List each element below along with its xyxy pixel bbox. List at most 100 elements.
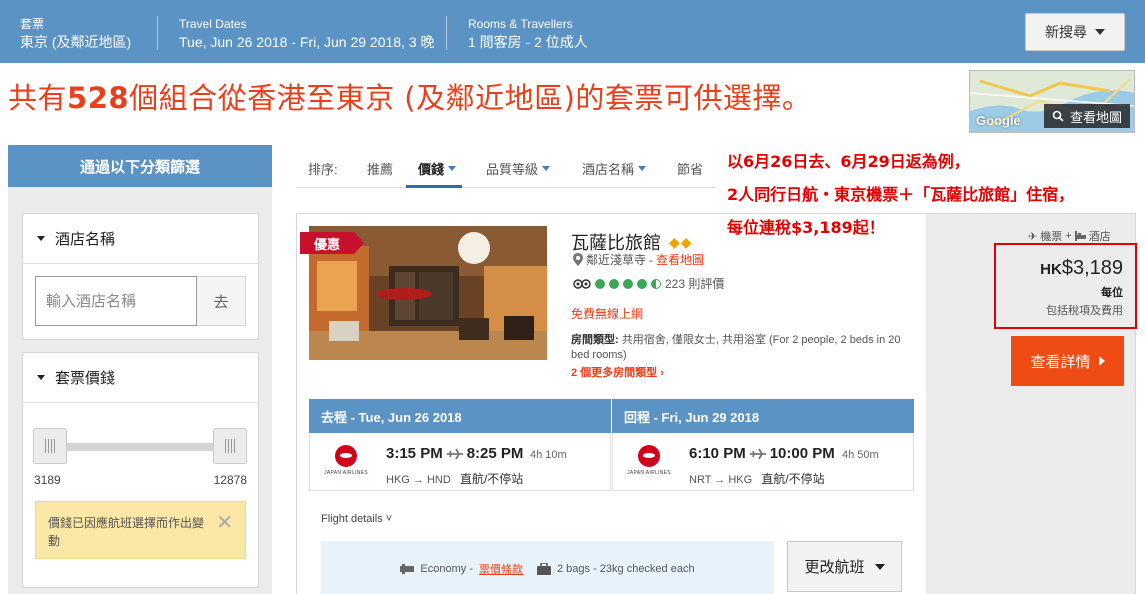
sort-label: 排序:	[308, 162, 338, 177]
review-count: 223 則評價	[665, 277, 725, 291]
price-filter-toggle[interactable]: 套票價錢	[23, 353, 258, 403]
inbound-header: 回程 - Fri, Jun 29 2018	[612, 399, 914, 433]
chevron-down-icon	[37, 236, 45, 241]
close-icon[interactable]: ✕	[216, 513, 233, 533]
package-summary[interactable]: 套票 東京 (及鄰近地區)	[20, 17, 131, 51]
search-icon	[1052, 110, 1064, 122]
room-type: 房間類型: 共用宿舍, 僅限女士, 共用浴室 (For 2 people, 2 …	[571, 333, 913, 363]
chevron-down-icon	[448, 166, 457, 171]
inbound-depart-time: 6:10 PM	[689, 445, 746, 462]
view-details-label: 查看詳情	[1030, 353, 1091, 371]
price-slider-min-handle[interactable]	[33, 428, 67, 464]
location-separator: -	[649, 252, 654, 267]
active-sort-indicator	[406, 185, 462, 188]
sort-savings-label: 節省	[677, 162, 704, 177]
chevron-down-icon	[638, 166, 647, 171]
hotel-name-filter: 酒店名稱 去	[22, 213, 259, 340]
rating-dot	[595, 278, 605, 289]
filter-header: 通過以下分類篩選	[8, 145, 272, 197]
hotel-location-text: 鄰近淺草寺	[586, 253, 647, 267]
annotation-line-1: 以6月26日去、6月29日返為例，	[727, 152, 970, 171]
hotel-name-input[interactable]	[35, 276, 197, 326]
price-min-value: 3189	[34, 473, 61, 487]
price-value: $3,189	[1061, 257, 1123, 279]
divider	[446, 16, 447, 50]
price-slider-max-handle[interactable]	[213, 428, 247, 464]
outbound-flight[interactable]: JAPAN AIRLINES 3:15 PM 8:25 PM 4h 10m HK…	[309, 433, 611, 491]
cabin-info: Economy - 票價條款 2 bags - 23kg checked eac…	[321, 541, 774, 594]
rating-dot	[637, 278, 647, 289]
hotel-bed-icon	[1074, 231, 1086, 241]
travel-dates-value: Tue, Jun 26 2018 - Fri, Jun 29 2018, 3 晚	[179, 34, 435, 50]
fare-rules-link[interactable]: 票價條款	[479, 561, 523, 577]
new-search-label: 新搜尋	[1045, 24, 1087, 40]
inbound-arrive-time: 10:00 PM	[769, 445, 835, 462]
results-count: 528	[67, 81, 130, 115]
google-watermark: Google	[976, 113, 1021, 128]
sort-price-label: 價錢	[418, 162, 445, 177]
flight-details-toggle[interactable]: Flight details ˅	[321, 513, 392, 525]
hotel-location: 鄰近淺草寺 - 查看地圖	[573, 251, 704, 268]
chevron-down-icon	[1095, 29, 1105, 35]
sort-price[interactable]: 價錢	[418, 159, 457, 178]
price-change-notice: 價錢已因應航班選擇而作出變動 ✕	[35, 501, 246, 559]
more-room-types-link[interactable]: 2 個更多房間類型 ›	[571, 364, 664, 380]
new-search-button[interactable]: 新搜尋	[1025, 13, 1125, 51]
inbound-route-codes: NRT → HKG	[689, 474, 753, 486]
sort-recommended[interactable]: 推薦	[367, 159, 393, 178]
hotel-name-filter-toggle[interactable]: 酒店名稱	[23, 214, 258, 264]
chevron-down-icon	[874, 563, 885, 570]
plane-icon	[749, 448, 766, 459]
price-slider-track[interactable]	[43, 443, 233, 451]
map-thumbnail[interactable]: Google 查看地圖	[969, 70, 1135, 133]
travel-dates-label: Travel Dates	[179, 17, 247, 31]
price-tax-note: 包括稅項及費用	[1046, 305, 1123, 317]
room-type-label: 房間類型:	[571, 334, 619, 346]
change-flight-label: 更改航班	[804, 559, 865, 576]
headline-prefix: 共有	[8, 81, 68, 115]
inbound-flight[interactable]: JAPAN AIRLINES 6:10 PM 10:00 PM 4h 50m N…	[612, 433, 914, 491]
outbound-route-codes: HKG → HND	[386, 474, 451, 486]
travel-dates-summary[interactable]: Travel Dates Tue, Jun 26 2018 - Fri, Jun…	[179, 17, 435, 51]
headline-suffix: 個組合從香港至東京 (及鄰近地區)的套票可供選擇。	[129, 81, 812, 115]
view-details-button[interactable]: 查看詳情	[1011, 336, 1124, 386]
sort-savings[interactable]: 節省	[677, 159, 703, 178]
baggage-allowance: 2 bags - 23kg checked each	[556, 563, 695, 575]
change-flight-button[interactable]: 更改航班	[787, 541, 902, 592]
chevron-down-icon	[37, 375, 45, 380]
rating-diamonds: ◆◆	[669, 233, 693, 250]
sort-quality[interactable]: 品質等級	[486, 159, 551, 178]
price-highlight-box: HK$3,189 每位 包括稅項及費用	[994, 243, 1137, 329]
results-headline: 共有528個組合從香港至東京 (及鄰近地區)的套票可供選擇。	[8, 75, 811, 117]
rooms-travellers-summary[interactable]: Rooms & Travellers 1 間客房 - 2 位成人	[468, 17, 588, 51]
plane-icon	[446, 448, 463, 459]
hotel-map-link[interactable]: 查看地圖	[656, 251, 704, 268]
rooms-travellers-value: 1 間客房 - 2 位成人	[468, 34, 588, 50]
hotel-name-go-button[interactable]: 去	[197, 276, 246, 326]
search-summary-bar: 套票 東京 (及鄰近地區) Travel Dates Tue, Jun 26 2…	[0, 0, 1145, 63]
rooms-travellers-label: Rooms & Travellers	[468, 17, 573, 31]
price-currency: HK	[1040, 261, 1062, 278]
baggage-icon	[536, 563, 551, 575]
inbound-stops: 直航/不停站	[761, 472, 825, 486]
outbound-times: 3:15 PM 8:25 PM	[386, 445, 523, 462]
deal-badge: 優惠	[300, 232, 364, 254]
view-map-button[interactable]: 查看地圖	[1043, 104, 1130, 128]
rating-dot	[623, 278, 633, 289]
rating-dot	[609, 278, 619, 289]
sort-recommended-label: 推薦	[367, 162, 394, 177]
outbound-route: HKG → HND 直航/不停站	[386, 470, 523, 487]
map-pin-icon	[573, 253, 583, 266]
sort-hotel-name[interactable]: 酒店名稱	[582, 159, 647, 178]
view-map-label: 查看地圖	[1069, 109, 1122, 125]
price-max-value: 12878	[213, 473, 247, 487]
sort-hotel-name-label: 酒店名稱	[582, 162, 635, 177]
sort-quality-label: 品質等級	[486, 162, 539, 177]
annotation-line-3: 每位連稅$3,189起！	[727, 218, 885, 237]
promo-annotation: 以6月26日去、6月29日返為例， 2人同行日航・東京機票＋「瓦薩比旅館」住宿，…	[727, 145, 1074, 244]
hotel-reviews[interactable]: 223 則評價	[573, 275, 724, 292]
annotation-line-2: 2人同行日航・東京機票＋「瓦薩比旅館」住宿，	[727, 185, 1075, 204]
tripadvisor-owl-icon	[573, 278, 591, 289]
price-change-notice-text: 價錢已因應航班選擇而作出變動	[48, 516, 205, 548]
jal-logo: JAPAN AIRLINES	[320, 445, 372, 476]
